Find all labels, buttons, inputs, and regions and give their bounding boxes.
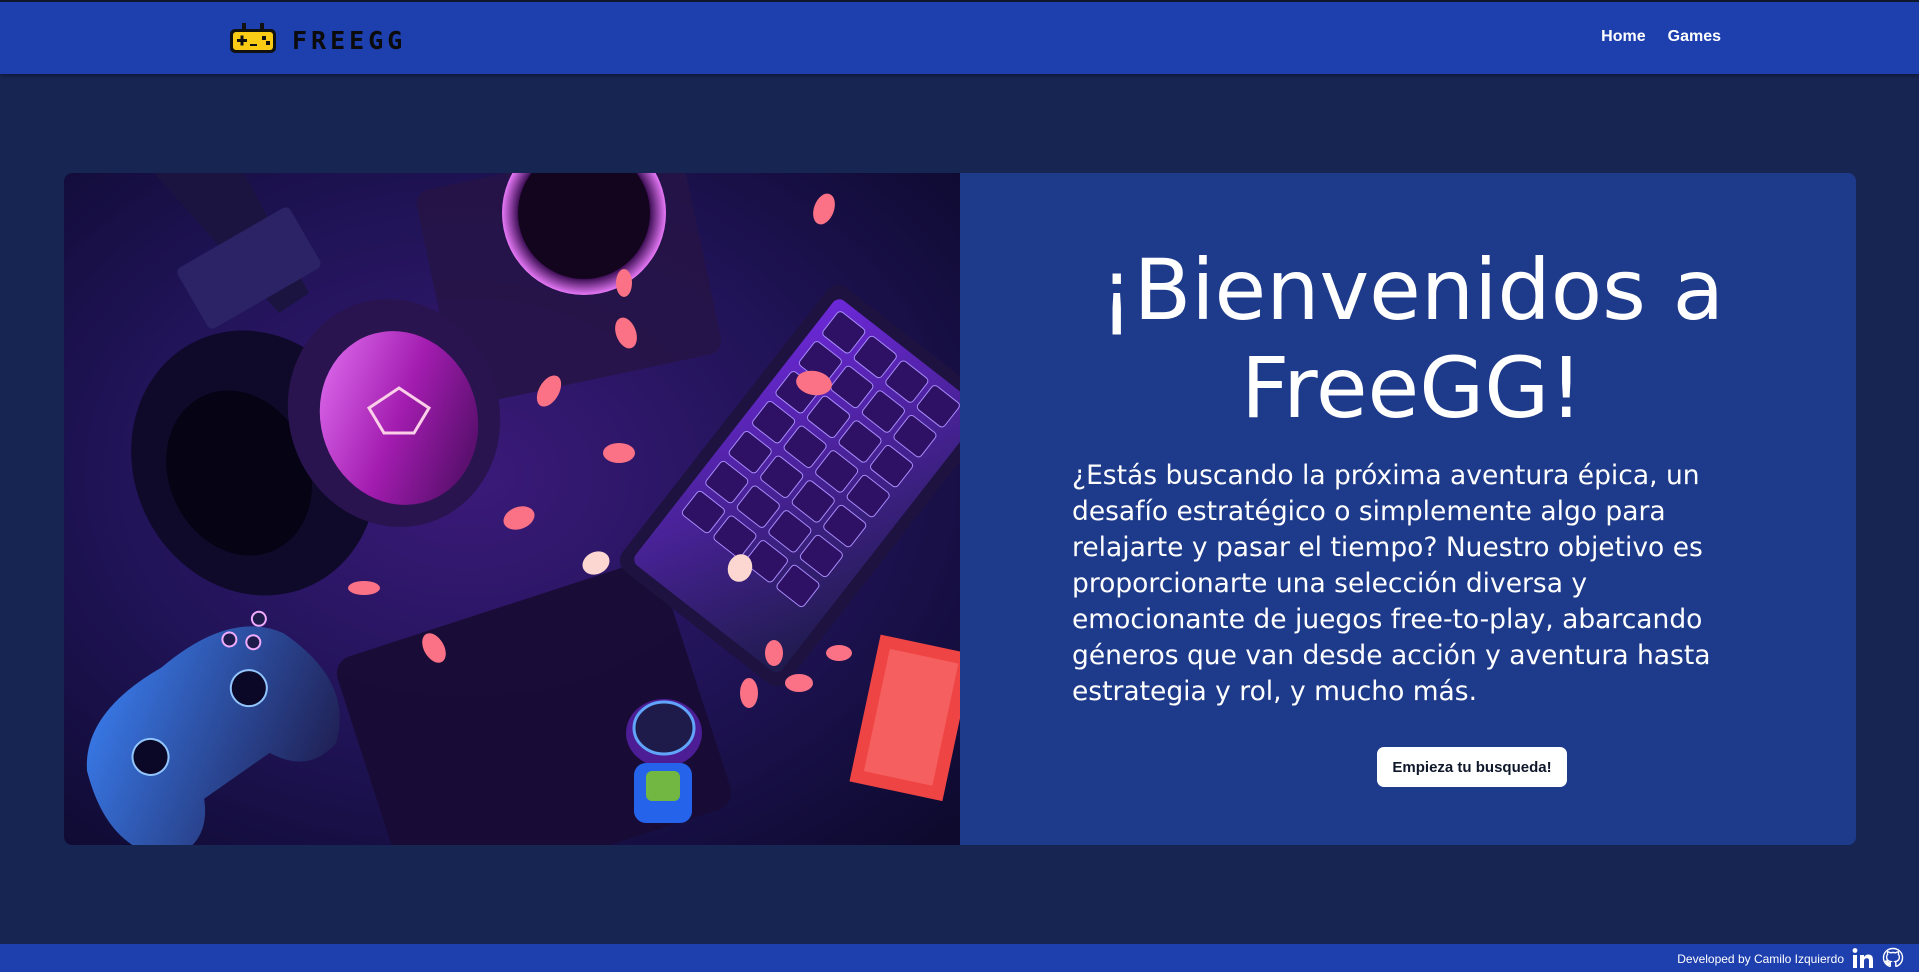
footer: Developed by Camilo Izquierdo xyxy=(0,944,1919,972)
navbar: FREEGG Home Games xyxy=(0,0,1919,74)
logo-text: FREEGG xyxy=(292,25,407,55)
linkedin-icon[interactable] xyxy=(1852,947,1874,969)
nav-games[interactable]: Games xyxy=(1668,28,1721,46)
start-search-button[interactable]: Empieza tu busqueda! xyxy=(1377,747,1567,787)
social-links xyxy=(1852,947,1904,969)
logo[interactable]: FREEGG xyxy=(228,22,406,58)
main-nav: Home Games xyxy=(1601,28,1721,46)
gaming-setup-photo xyxy=(64,173,960,845)
hero-image xyxy=(64,173,960,845)
github-icon[interactable] xyxy=(1882,947,1904,969)
developer-credit: Developed by Camilo Izquierdo xyxy=(1677,952,1844,966)
hero-description: ¿Estás buscando la próxima aventura épic… xyxy=(1072,460,1711,707)
hero-card: ¡Bienvenidos a FreeGG! ¿Estás buscando l… xyxy=(64,173,1856,845)
gamepad-icon xyxy=(230,23,276,53)
hero-title: ¡Bienvenidos a FreeGG! xyxy=(1099,241,1725,437)
hero-content: ¡Bienvenidos a FreeGG! ¿Estás buscando l… xyxy=(960,173,1856,845)
nav-home[interactable]: Home xyxy=(1601,28,1645,46)
